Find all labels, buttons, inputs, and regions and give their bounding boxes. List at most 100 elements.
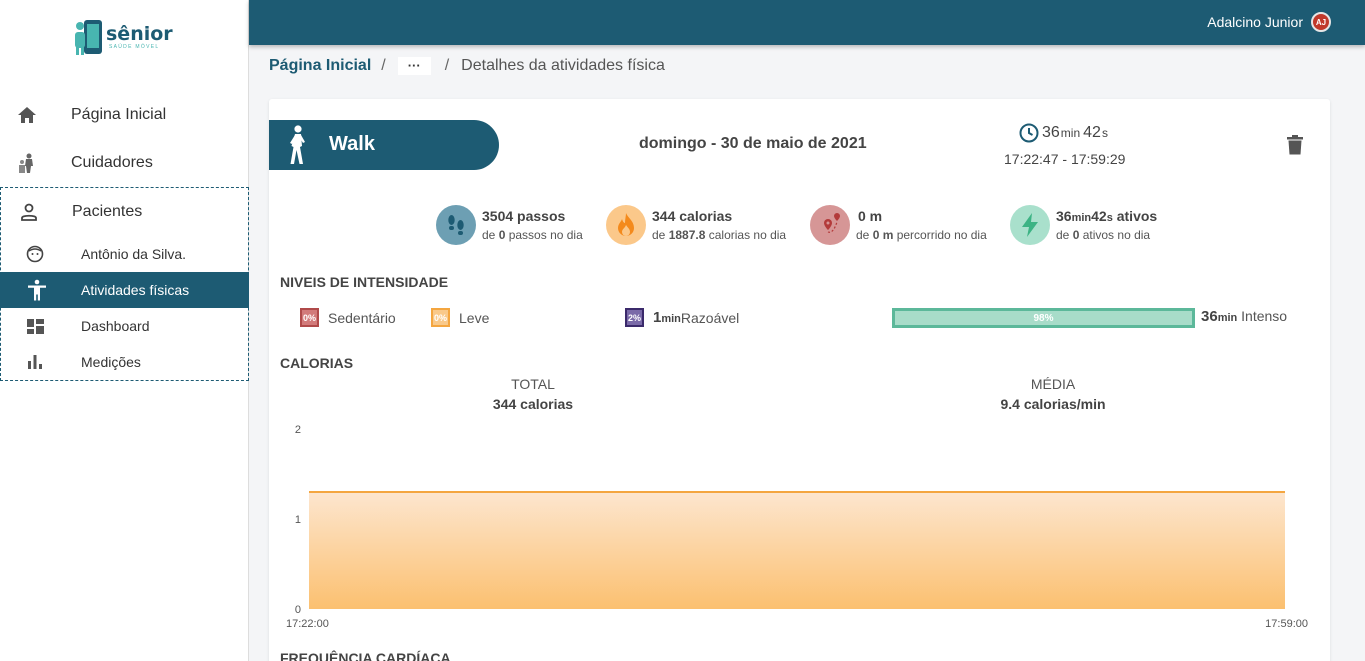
moderate-pct: 2% <box>625 308 644 327</box>
breadcrumb-home-link[interactable]: Página Inicial <box>269 57 371 75</box>
calories-area <box>309 492 1285 609</box>
intensity-intense: 36min Intenso <box>1201 308 1287 325</box>
distance-value: 0 m <box>858 208 883 224</box>
user-name: Adalcino Junior <box>1207 14 1303 30</box>
steps-goal-suffix: passos no dia <box>505 228 583 242</box>
y-tick-label: 0 <box>295 604 301 616</box>
brand-logo[interactable]: sênior SAÚDE MÓVEL <box>74 18 173 56</box>
caregivers-icon <box>17 153 37 173</box>
calories-stat: 344 calorias de 1887.8 calorias no dia <box>606 205 786 245</box>
lightning-icon <box>1010 205 1050 245</box>
activity-header: Walk <box>269 120 499 170</box>
duration-seconds-unit: s <box>1101 126 1108 140</box>
calories-goal: 1887.8 <box>668 228 706 242</box>
sidebar-subitem-label: Dashboard <box>81 318 150 334</box>
delete-icon[interactable] <box>1287 135 1303 155</box>
logo-icon <box>75 20 102 55</box>
walk-icon <box>290 125 305 164</box>
distance-goal: 0 m <box>872 228 894 242</box>
steps-goal-prefix: de <box>482 228 499 242</box>
avatar: AJ <box>1311 12 1331 32</box>
intense-label: Intenso <box>1237 308 1288 324</box>
calories-chart: 0 1 2 17:22:00 17:59:00 <box>286 424 1308 630</box>
sidebar-subitem-dashboard[interactable]: Dashboard <box>0 308 249 344</box>
activity-duration: 36 min 42 s <box>1019 123 1111 143</box>
breadcrumb-current: Detalhes da atividades física <box>461 57 665 74</box>
fire-icon <box>606 205 646 245</box>
calories-total-value: 344 calorias <box>492 396 574 412</box>
sedentary-label: Sedentário <box>328 309 396 326</box>
active-seconds: 42 <box>1091 208 1107 224</box>
accessibility-icon <box>27 279 47 301</box>
sidebar-subitem-label: Medições <box>81 354 141 370</box>
intensity-title: NIVEIS DE INTENSIDADE <box>280 274 449 290</box>
top-bar: Adalcino Junior AJ <box>249 0 1365 45</box>
intensity-moderate: 2% 1min Razoável <box>625 308 739 327</box>
calories-title: CALORIAS <box>280 355 354 371</box>
active-minutes-unit: min <box>1071 212 1092 224</box>
light-label: Leve <box>459 309 490 326</box>
face-icon <box>25 244 45 264</box>
active-suffix: ativos <box>1112 208 1158 224</box>
sidebar-subitem-activities[interactable]: Atividades físicas <box>0 272 249 308</box>
calories-total-label: TOTAL <box>511 376 555 392</box>
heart-rate-title: FREQUÊNCIA CARDÍACA <box>280 650 451 661</box>
calories-value: 344 calorias <box>652 208 733 224</box>
clock-icon <box>1019 123 1039 143</box>
activity-detail-card: Walk domingo - 30 de maio de 2021 36 min 4… <box>269 99 1330 661</box>
intense-pct: 98% <box>1033 312 1054 324</box>
sidebar-item-home[interactable]: Página Inicial <box>0 104 249 126</box>
steps-stat: 3504 passos de 0 passos no dia <box>436 205 583 245</box>
brand-name: sênior <box>106 23 173 45</box>
activity-name: Walk <box>329 133 375 155</box>
y-tick-label: 2 <box>295 424 301 436</box>
person-icon <box>19 202 39 222</box>
active-goal-suffix: ativos no dia <box>1079 228 1151 242</box>
moderate-unit: min <box>661 313 681 325</box>
sidebar-item-label: Pacientes <box>72 203 143 220</box>
sidebar-item-caregivers[interactable]: Cuidadores <box>0 152 249 174</box>
breadcrumb: Página Inicial / ··· / Detalhes da ativi… <box>269 57 665 75</box>
sidebar-subitem-patient[interactable]: Antônio da Silva. <box>0 236 249 272</box>
active-time-stat: 36min42s ativos de 0 ativos no dia <box>1010 205 1157 245</box>
calories-average-value: 9.4 calorias/min <box>1000 396 1106 412</box>
calories-average: MÉDIA 9.4 calorias/min <box>988 376 1118 412</box>
user-menu[interactable]: Adalcino Junior AJ <box>1207 12 1331 32</box>
breadcrumb-separator: / <box>444 57 450 74</box>
y-tick-label: 1 <box>295 514 301 526</box>
dashboard-icon <box>25 316 45 336</box>
breadcrumb-ellipsis-button[interactable]: ··· <box>397 57 431 75</box>
active-goal-prefix: de <box>1056 228 1073 242</box>
x-tick-label: 17:22:00 <box>286 618 329 630</box>
light-pct: 0% <box>431 308 450 327</box>
footsteps-icon <box>436 205 476 245</box>
intensity-sedentary: 0% Sedentário <box>300 308 396 327</box>
steps-value: 3504 passos <box>482 208 566 224</box>
duration-seconds: 42 <box>1083 124 1101 141</box>
duration-minutes: 36 <box>1042 124 1060 141</box>
duration-minutes-unit: min <box>1060 126 1081 140</box>
activity-time-range: 17:22:47 - 17:59:29 <box>1004 151 1126 167</box>
sidebar-item-label: Página Inicial <box>71 106 167 123</box>
route-icon <box>810 205 850 245</box>
calories-goal-suffix: calorias no dia <box>705 228 787 242</box>
calories-total: TOTAL 344 calorias <box>483 376 583 412</box>
sidebar-subitem-label: Atividades físicas <box>81 282 190 298</box>
sidebar: sênior SAÚDE MÓVEL Página Inicial Cuidad… <box>0 0 249 661</box>
moderate-label: Razoável <box>680 309 740 326</box>
sidebar-subitem-measurements[interactable]: Medições <box>0 344 249 380</box>
distance-goal-prefix: de <box>856 228 873 242</box>
home-icon <box>17 105 37 125</box>
sidebar-item-label: Cuidadores <box>71 154 153 171</box>
intense-unit: min <box>1217 312 1238 324</box>
bar-chart-icon <box>25 352 45 372</box>
active-minutes: 36 <box>1056 208 1072 224</box>
calories-goal-prefix: de <box>652 228 669 242</box>
activity-date: domingo - 30 de maio de 2021 <box>639 135 867 152</box>
intense-progress-bar: 98% <box>892 308 1195 328</box>
sidebar-subitem-label: Antônio da Silva. <box>81 246 187 262</box>
sidebar-item-patients[interactable]: Pacientes <box>0 201 249 223</box>
distance-stat: 0 m de 0 m percorrido no dia <box>810 205 987 245</box>
breadcrumb-separator: / <box>381 57 386 74</box>
calories-average-label: MÉDIA <box>1030 376 1076 392</box>
